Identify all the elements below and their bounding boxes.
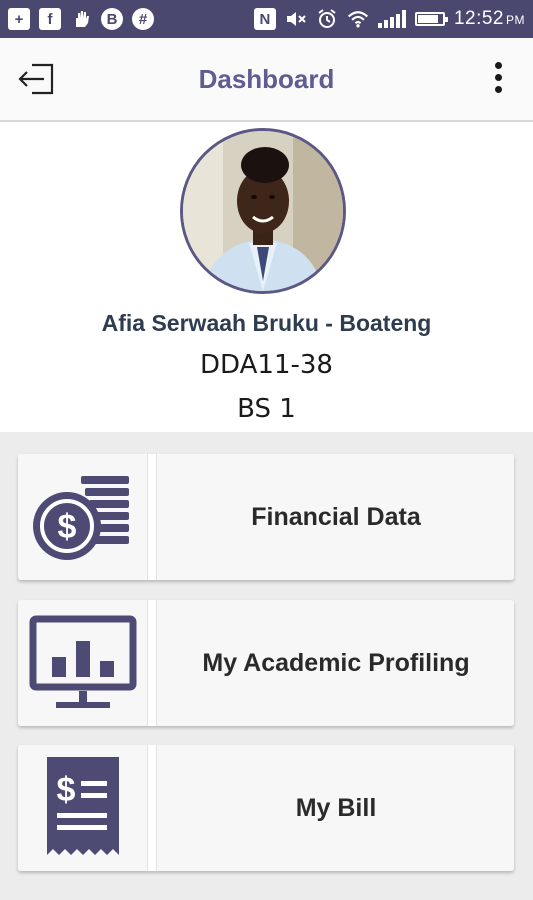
battery-fill xyxy=(417,15,439,23)
slack-icon: # xyxy=(132,8,154,30)
card-divider xyxy=(147,745,157,871)
facebook-icon: f xyxy=(39,8,61,30)
card-divider xyxy=(147,600,157,726)
more-vert-icon xyxy=(491,62,505,93)
coins-dollar-icon: $ xyxy=(33,476,129,560)
profile-section: Afia Serwaah Bruku - Boateng DDA11-38 BS… xyxy=(0,122,533,432)
svg-text:$: $ xyxy=(58,508,77,546)
card-icon-container: $ xyxy=(18,454,148,580)
clock: 12:52 PM xyxy=(453,8,525,29)
monitor-chart-icon xyxy=(29,615,137,708)
nfc-icon: N xyxy=(253,8,276,30)
card-divider xyxy=(147,454,157,580)
hand-icon xyxy=(70,8,92,30)
my-bill-label: My Bill xyxy=(295,793,377,822)
page-title: Dashboard xyxy=(198,64,335,94)
signal-icon xyxy=(377,10,406,28)
svg-text:$: $ xyxy=(57,771,76,809)
status-bar: + f B # N 12:52 PM xyxy=(0,0,533,38)
status-bar-system: N 12:52 PM xyxy=(253,8,525,30)
my-bill-card[interactable]: $ My Bill xyxy=(18,745,514,871)
app-bar: Dashboard xyxy=(0,38,533,122)
wifi-icon xyxy=(347,8,369,30)
receipt-icon: $ xyxy=(47,757,119,855)
student-photo xyxy=(183,131,343,291)
overflow-menu-button[interactable] xyxy=(491,62,505,98)
student-name: Afia Serwaah Bruku - Boateng xyxy=(101,310,432,336)
avatar xyxy=(180,128,346,294)
status-bar-notifications: + f B # xyxy=(8,8,154,30)
battery-icon xyxy=(414,12,448,26)
alarm-icon xyxy=(316,8,338,30)
academic-profiling-card[interactable]: My Academic Profiling xyxy=(18,600,514,726)
student-class: BS 1 xyxy=(237,394,296,424)
financial-data-card[interactable]: $ Financial Data xyxy=(18,454,514,580)
app-b-icon: B xyxy=(101,8,123,30)
mute-icon xyxy=(285,8,307,30)
financial-data-label: Financial Data xyxy=(251,502,421,531)
academic-profiling-label: My Academic Profiling xyxy=(202,648,470,677)
card-icon-container xyxy=(18,600,148,726)
add-notification-icon: + xyxy=(8,8,30,30)
student-id: DDA11-38 xyxy=(200,350,333,380)
card-icon-container: $ xyxy=(18,745,148,871)
